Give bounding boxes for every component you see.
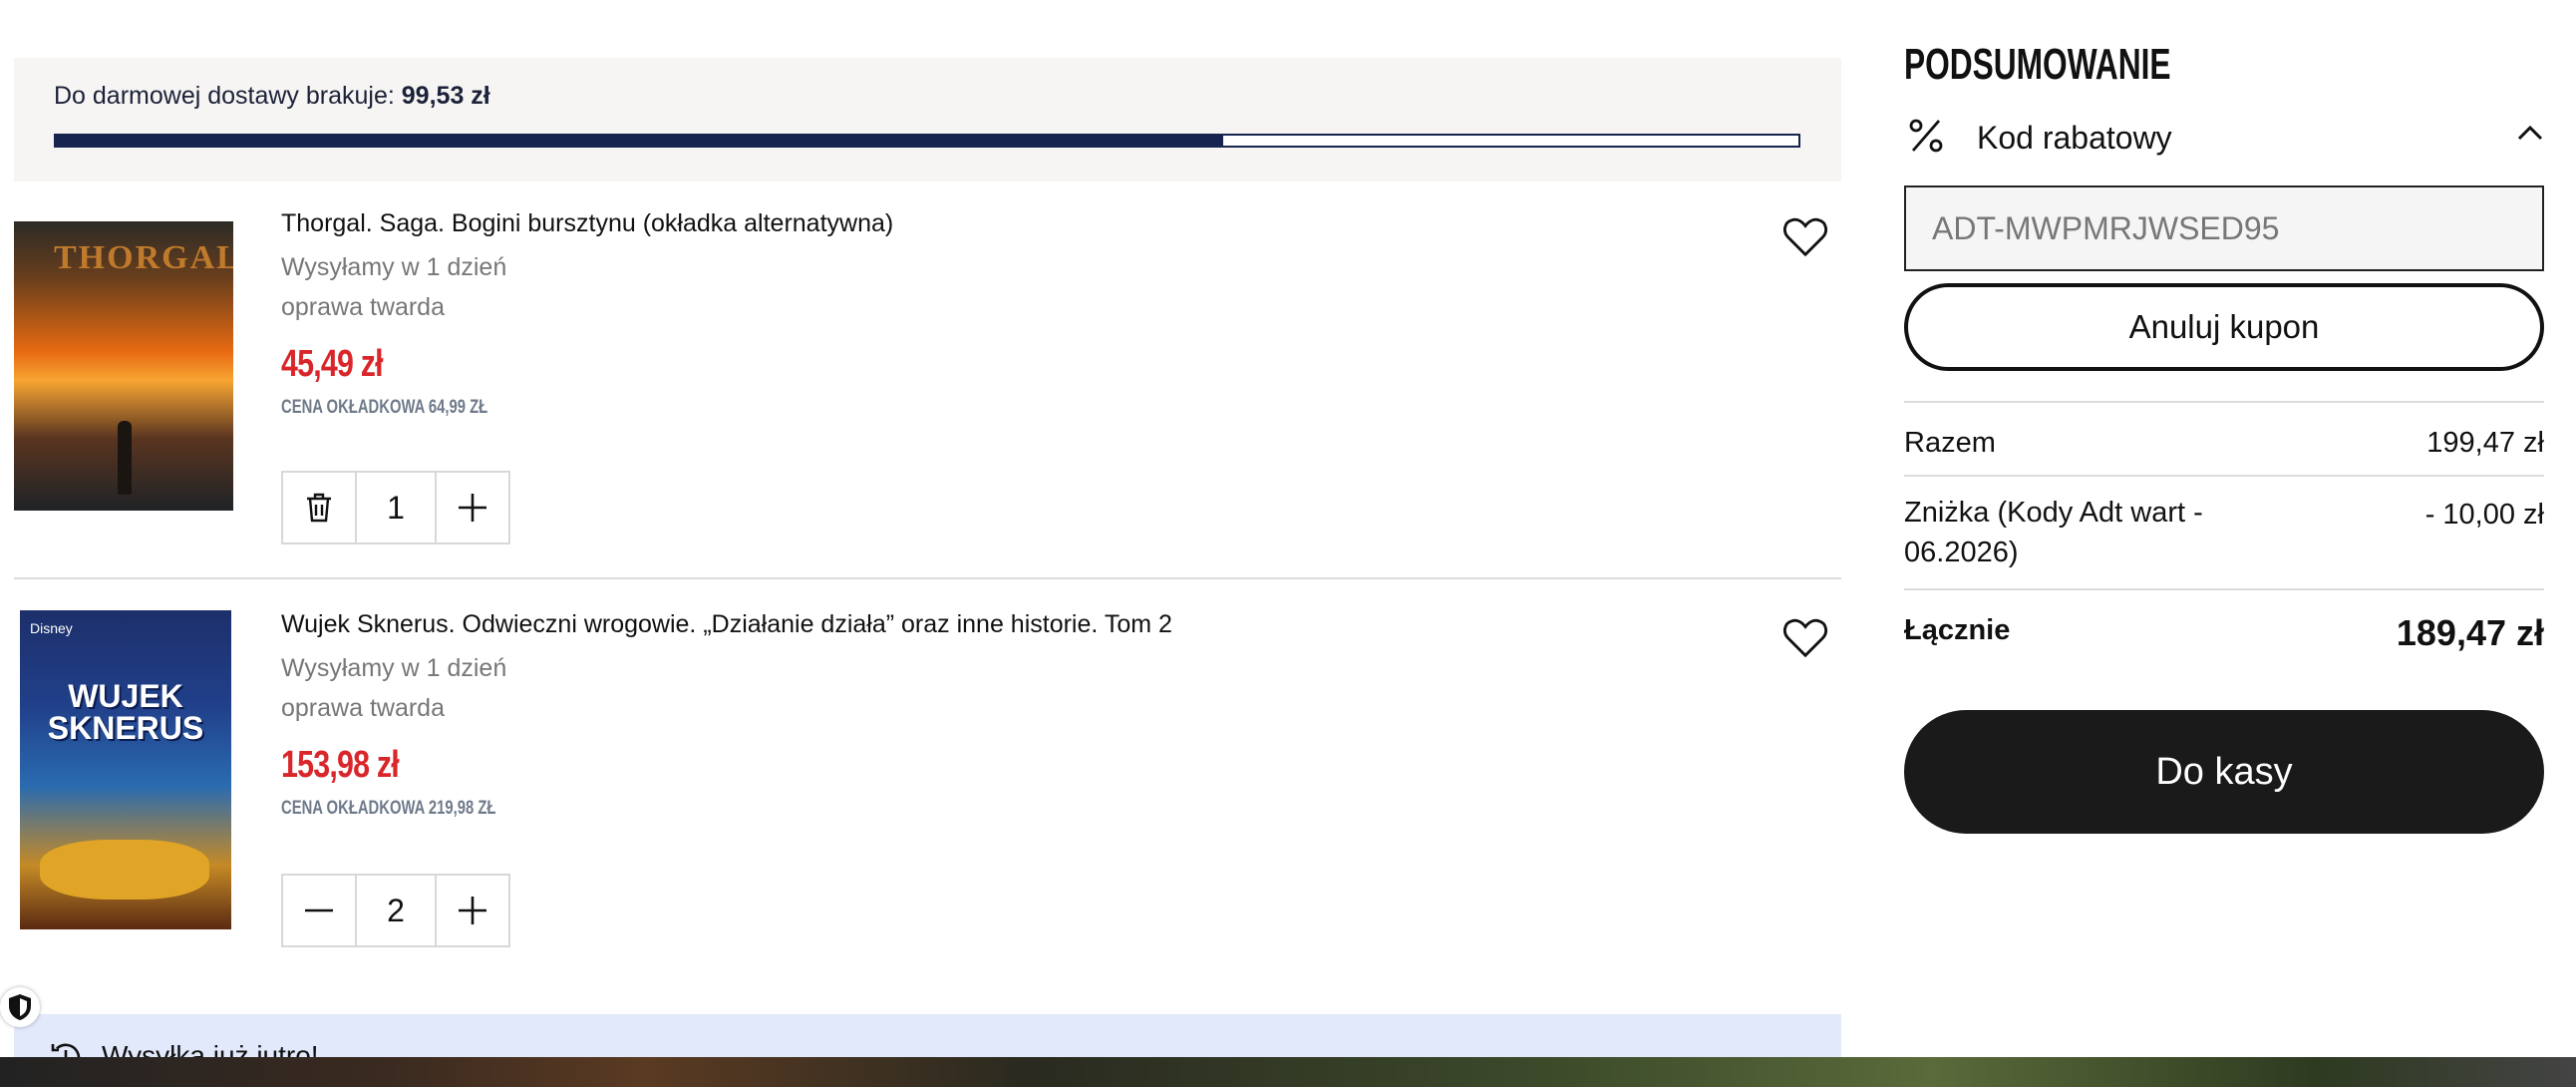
free-shipping-progress-fill: [56, 136, 1224, 146]
free-shipping-label: Do darmowej dostawy brakuje:: [54, 82, 395, 110]
discount-label: Zniżka (Kody Adt wart - 06.2026): [1904, 497, 2203, 568]
binding-type: oprawa twarda: [281, 694, 445, 722]
summary-title: PODSUMOWANIE: [1904, 40, 2171, 89]
binding-type: oprawa twarda: [281, 293, 445, 321]
cover-brand: Disney: [30, 620, 73, 636]
heart-icon[interactable]: [1782, 616, 1828, 660]
discount-value: - 10,00 zł: [2424, 499, 2544, 531]
cart-item: THORGAL Thorgal. Saga. Bogini bursztynu …: [14, 181, 1841, 579]
quantity-stepper: 1: [281, 471, 510, 544]
cover-price: cena okładkowa 219,98 zł: [281, 798, 496, 819]
shipping-time: Wysyłamy w 1 dzień: [281, 654, 507, 682]
product-title[interactable]: Thorgal. Saga. Bogini bursztynu (okładka…: [281, 209, 893, 238]
increase-quantity-button[interactable]: [437, 876, 508, 945]
product-cover-image[interactable]: Disney WUJEK SKNERUS: [20, 610, 231, 929]
product-title[interactable]: Wujek Sknerus. Odwieczni wrogowie. „Dzia…: [281, 610, 1172, 639]
cover-art: [40, 840, 209, 900]
checkout-button[interactable]: Do kasy: [1904, 710, 2544, 834]
footer-background-image: [0, 1057, 2576, 1087]
plus-icon: [458, 494, 486, 522]
free-shipping-amount: 99,53 zł: [401, 82, 490, 110]
increase-quantity-button[interactable]: [437, 473, 508, 543]
heart-icon[interactable]: [1782, 215, 1828, 259]
product-cover-image[interactable]: THORGAL: [14, 221, 233, 511]
cover-price: cena okładkowa 64,99 zł: [281, 397, 488, 418]
shield-icon: [9, 994, 31, 1020]
percent-icon: [1909, 119, 1943, 153]
cover-title: WUJEK SKNERUS: [47, 678, 204, 746]
shipping-time: Wysyłamy w 1 dzień: [281, 253, 507, 281]
minus-icon: [305, 908, 334, 912]
decrease-quantity-button[interactable]: [283, 876, 355, 945]
cover-figure: [118, 421, 132, 495]
discount-row: Zniżka (Kody Adt wart - 06.2026) - 10,00…: [1904, 475, 2544, 590]
chevron-up-icon: [2517, 125, 2543, 141]
subtotal-value: 199,47 zł: [2426, 427, 2544, 459]
product-price: 45,49 zł: [281, 343, 384, 385]
subtotal-label: Razem: [1904, 427, 1996, 459]
free-shipping-box: Do darmowej dostawy brakuje: 99,53 zł: [14, 58, 1841, 181]
cover-title: THORGAL: [54, 239, 233, 276]
product-price: 153,98 zł: [281, 744, 400, 786]
quantity-value[interactable]: 2: [355, 876, 437, 945]
total-row: Łącznie 189,47 zł: [1904, 588, 2544, 670]
free-shipping-progress: [54, 134, 1800, 148]
total-value: 189,47 zł: [2396, 612, 2544, 653]
coupon-label: Kod rabatowy: [1977, 120, 2172, 156]
cart-item: Disney WUJEK SKNERUS Wujek Sknerus. Odwi…: [14, 578, 1841, 987]
cancel-coupon-button[interactable]: Anuluj kupon: [1904, 283, 2544, 371]
subtotal-row: Razem 199,47 zł: [1904, 401, 2544, 477]
privacy-shield-button[interactable]: [0, 987, 40, 1027]
free-shipping-text: Do darmowej dostawy brakuje: 99,53 zł: [54, 82, 490, 111]
coupon-code-input[interactable]: [1904, 185, 2544, 271]
coupon-toggle[interactable]: Kod rabatowy: [1904, 110, 2544, 170]
quantity-value[interactable]: 1: [355, 473, 437, 543]
quantity-stepper: 2: [281, 874, 510, 947]
remove-item-button[interactable]: [283, 473, 355, 543]
total-label: Łącznie: [1904, 614, 2011, 646]
trash-icon: [307, 493, 332, 523]
plus-icon: [458, 897, 486, 924]
